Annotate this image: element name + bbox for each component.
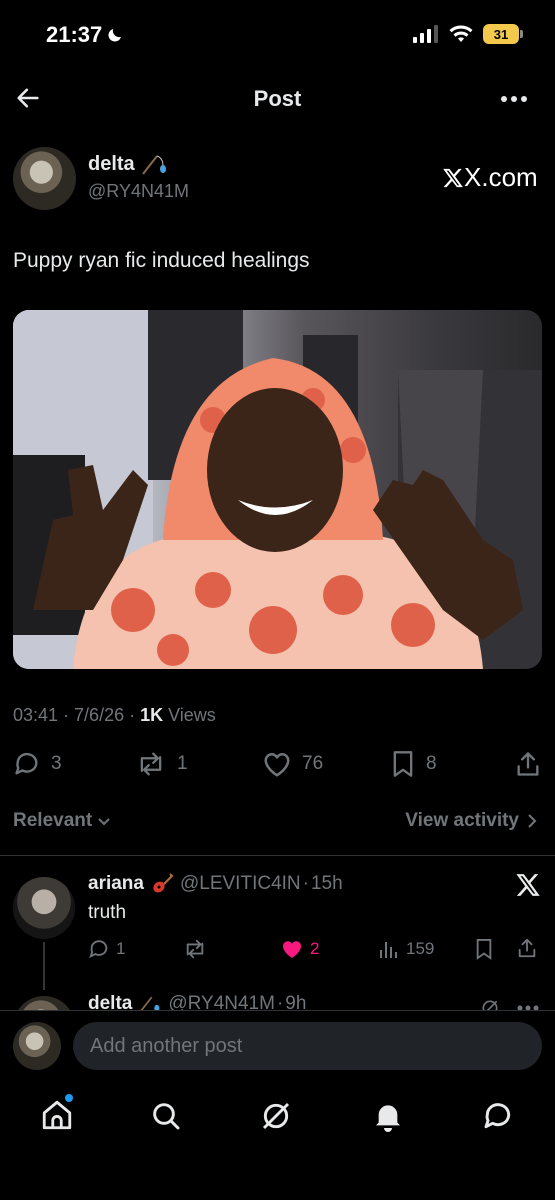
repost-button[interactable]: 1 <box>135 750 188 778</box>
reply-views[interactable]: 159 <box>378 938 434 960</box>
wifi-icon <box>449 25 473 42</box>
heart-filled-icon <box>283 941 301 958</box>
reply-view-count: 159 <box>406 939 435 958</box>
heart-icon <box>264 753 290 777</box>
status-icons: 31 <box>413 24 523 44</box>
author-name-row[interactable]: delta <box>88 152 169 176</box>
author-avatar[interactable] <box>13 147 76 210</box>
add-post-input[interactable]: Add another post <box>73 1022 542 1070</box>
signal-icon <box>413 25 438 43</box>
author-handle: @RY4N41M <box>88 181 189 201</box>
share-icon[interactable] <box>514 750 542 778</box>
status-time: 21:37 <box>46 22 124 48</box>
moon-icon <box>108 29 122 42</box>
home-icon <box>42 1100 72 1130</box>
reply-icon <box>15 752 38 775</box>
like-button[interactable]: 76 <box>262 750 323 778</box>
more-options-icon[interactable] <box>500 94 528 104</box>
sort-dropdown[interactable]: Relevant <box>13 810 112 832</box>
sort-label: Relevant <box>13 810 93 831</box>
reply-reply-count: 1 <box>116 939 126 958</box>
repost-count: 1 <box>177 753 188 774</box>
repost-icon <box>186 939 204 959</box>
bell-icon[interactable] <box>372 1100 404 1132</box>
reply-author-name[interactable]: ariana <box>88 873 144 895</box>
x-logo-icon <box>516 874 540 896</box>
reply-like-button[interactable]: 2 <box>280 938 319 960</box>
post-date: 7/6/26 <box>74 705 125 725</box>
view-activity-label: View activity <box>405 810 519 831</box>
status-time-text: 21:37 <box>46 22 103 47</box>
repost-icon <box>140 752 162 776</box>
author-name: delta <box>88 152 135 175</box>
notification-dot <box>65 1094 73 1102</box>
media-illustration <box>13 310 542 669</box>
search-icon[interactable] <box>150 1100 182 1132</box>
reply-author-handle: @LEVITIC4IN <box>179 873 301 894</box>
reply-reply-button[interactable]: 1 <box>88 938 125 960</box>
messages-icon[interactable] <box>482 1100 514 1132</box>
reply-icon <box>89 940 108 959</box>
reply-button[interactable]: 3 <box>13 750 62 778</box>
bookmark-icon[interactable] <box>474 938 494 960</box>
composer-avatar <box>13 1022 61 1070</box>
bookmark-icon <box>393 751 413 777</box>
source-text: X.com <box>464 162 538 192</box>
analytics-icon <box>380 942 397 958</box>
views-label: Views <box>168 705 216 725</box>
view-activity-link[interactable]: View activity <box>405 810 539 832</box>
composer-placeholder: Add another post <box>90 1034 243 1057</box>
meta-separator: · <box>129 705 136 725</box>
x-logo-icon <box>443 168 463 187</box>
reply-repost-button[interactable] <box>182 938 208 960</box>
reply-like-count: 2 <box>310 939 320 958</box>
views-count[interactable]: 1K <box>140 705 163 726</box>
bookmark-button[interactable]: 8 <box>390 750 437 778</box>
thread-line <box>43 942 45 990</box>
post-media-image[interactable] <box>13 310 542 669</box>
reply-header: ariana @LEVITIC4IN · 15h <box>88 872 343 896</box>
divider <box>0 855 555 856</box>
chevron-right-icon <box>528 814 537 828</box>
reply-time: 15h <box>310 873 343 894</box>
guitar-emoji-icon <box>153 873 174 893</box>
battery-level: 31 <box>493 26 509 42</box>
bookmark-count: 8 <box>426 753 437 774</box>
meta-separator: · <box>63 705 70 725</box>
reply-text: truth <box>88 902 127 923</box>
source-label: X.com <box>442 162 538 193</box>
reply-separator: · <box>302 873 309 894</box>
reply-count: 3 <box>51 753 62 774</box>
chevron-down-icon <box>98 818 110 826</box>
fishing-emoji-icon <box>141 155 166 175</box>
post-meta: 03:41 · 7/6/26 · 1K Views <box>13 705 216 726</box>
battery-indicator: 31 <box>483 24 523 44</box>
grok-icon[interactable] <box>260 1100 292 1132</box>
post-text: Puppy ryan fic induced healings <box>13 249 310 272</box>
like-count: 76 <box>302 753 324 774</box>
reply-avatar[interactable] <box>13 877 75 939</box>
page-title: Post <box>253 86 302 111</box>
post-time: 03:41 <box>13 705 59 725</box>
tab-home[interactable] <box>40 1094 74 1132</box>
share-icon[interactable] <box>516 937 538 959</box>
